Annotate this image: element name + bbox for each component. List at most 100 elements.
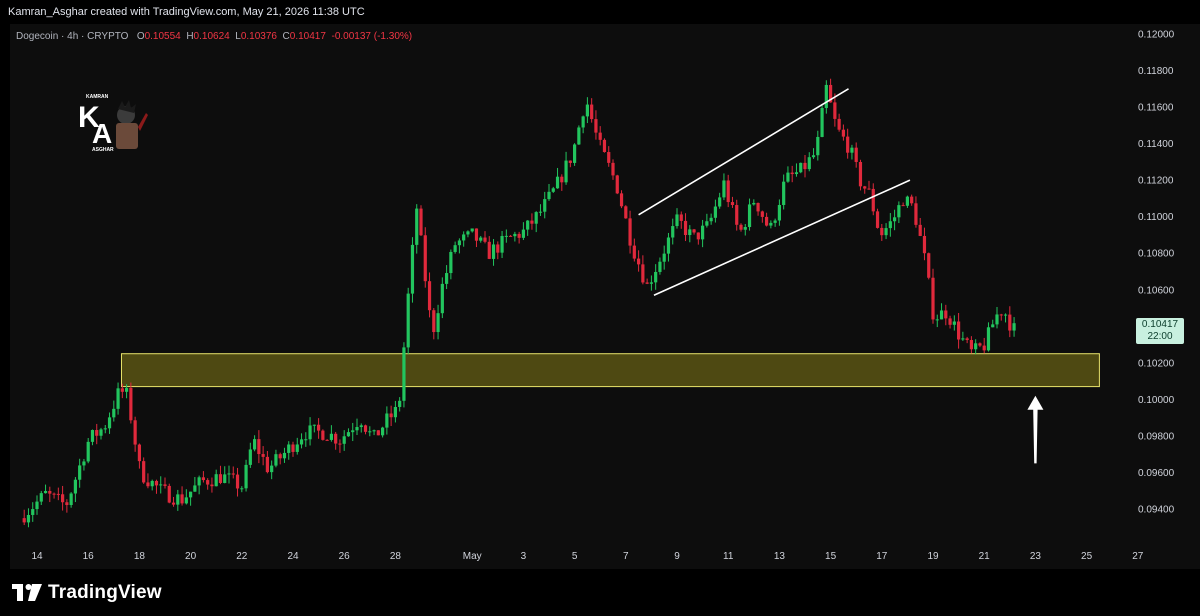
y-axis-tick-label: 0.11200: [1138, 176, 1174, 187]
candle-body: [244, 464, 248, 489]
candle-body: [790, 172, 794, 175]
candle-body: [500, 236, 504, 253]
candle-body: [206, 480, 210, 485]
candle-body: [884, 228, 888, 236]
candlestick-chart[interactable]: 0.12000 0.11800 0.11600 0.11400 0.11200 0.110…: [10, 24, 1200, 569]
candle-body: [427, 281, 432, 311]
candle-body: [321, 430, 325, 440]
candle-body: [65, 502, 69, 506]
candle-body: [107, 417, 112, 429]
y-axis-tick-label: 0.10800: [1138, 249, 1175, 260]
candle-body: [846, 136, 850, 153]
candle-body: [871, 188, 875, 212]
candle-body: [811, 155, 816, 158]
candle-body: [73, 479, 77, 494]
x-axis-tick-label: 23: [1030, 551, 1042, 562]
y-axis-tick-label: 0.11800: [1138, 66, 1174, 77]
candle-body: [910, 196, 914, 204]
author-logo-image: KAMRAN K A ASGHAR: [78, 94, 148, 153]
candle-body: [171, 502, 176, 505]
candle-body: [607, 152, 611, 163]
candle-body: [957, 321, 961, 340]
candle-body: [709, 217, 713, 222]
candle-body: [739, 224, 743, 230]
candle-body: [457, 240, 461, 246]
candle-body: [436, 313, 440, 333]
candle-body: [270, 465, 274, 473]
candle-body: [897, 205, 901, 218]
x-axis-tick-label: 13: [774, 551, 786, 562]
candle-body: [747, 204, 752, 228]
x-axis-tick-label: 20: [185, 551, 197, 562]
candle-body: [585, 104, 589, 117]
tradingview-logo-icon: [12, 584, 42, 601]
x-axis-tick-label: 27: [1132, 551, 1144, 562]
candle-body: [142, 461, 146, 483]
candle-body: [922, 235, 927, 254]
candle-body: [325, 439, 329, 441]
candle-body: [201, 477, 205, 481]
candle-body: [799, 162, 803, 173]
candle-body: [573, 144, 577, 163]
candle-body: [564, 160, 568, 183]
x-axis-tick-label: 15: [825, 551, 837, 562]
candle-body: [291, 444, 295, 452]
candle-body: [338, 443, 342, 445]
candle-body: [688, 229, 692, 236]
svg-text:KAMRAN: KAMRAN: [86, 94, 109, 100]
candle-body: [154, 480, 159, 486]
candle-body: [295, 444, 299, 452]
candle-body: [880, 227, 884, 236]
candle-body: [227, 473, 231, 475]
candle-body: [312, 424, 316, 426]
candle-body: [116, 388, 120, 409]
candle-body: [440, 283, 444, 314]
candle-body: [952, 321, 956, 325]
candle-body: [351, 430, 355, 433]
x-axis-tick-label: 26: [339, 551, 351, 562]
candle-body: [381, 427, 385, 436]
candle-body: [223, 474, 227, 483]
x-axis-tick-label: 17: [876, 551, 888, 562]
candle-body: [125, 387, 129, 392]
candle-body: [935, 319, 939, 321]
candle-body: [513, 233, 517, 237]
candle-body: [368, 431, 372, 433]
x-axis-tick-label: 16: [83, 551, 95, 562]
candle-body: [816, 136, 820, 156]
candle-body: [479, 237, 483, 241]
candle-body: [406, 293, 410, 348]
candle-body: [474, 228, 479, 241]
candle-body: [393, 406, 397, 418]
x-axis-tick-label: 7: [623, 551, 629, 562]
candle-body: [261, 454, 265, 457]
candle-body: [95, 430, 99, 436]
candle-body: [982, 345, 986, 351]
candle-body: [914, 203, 918, 225]
candle-body: [999, 314, 1003, 316]
candle-body: [449, 251, 453, 274]
candle-body: [346, 432, 351, 437]
candle-body: [632, 245, 636, 259]
candle-body: [824, 84, 828, 109]
candle-body: [470, 228, 474, 232]
author-attribution: Kamran_Asghar created with TradingView.c…: [8, 6, 365, 18]
candle-body: [415, 208, 419, 245]
candle-body: [820, 108, 824, 137]
x-axis-tick-label: 11: [723, 551, 734, 562]
candle-body: [850, 147, 854, 153]
candle-body: [560, 176, 564, 183]
support-zone: [120, 353, 1100, 388]
candle-body: [167, 485, 171, 503]
candle-body: [35, 501, 39, 510]
tradingview-logo[interactable]: TradingView: [12, 580, 162, 606]
candle-body: [577, 127, 581, 145]
candle-countdown: 22:00: [1147, 331, 1173, 342]
candle-body: [176, 494, 180, 505]
candle-body: [581, 116, 585, 128]
candle-body: [893, 217, 897, 222]
candle-body: [679, 214, 683, 221]
candle-body: [931, 277, 935, 320]
chart-area[interactable]: 0.12000 0.11800 0.11600 0.11400 0.11200 0.110…: [10, 24, 1200, 569]
candle-body: [794, 172, 799, 175]
